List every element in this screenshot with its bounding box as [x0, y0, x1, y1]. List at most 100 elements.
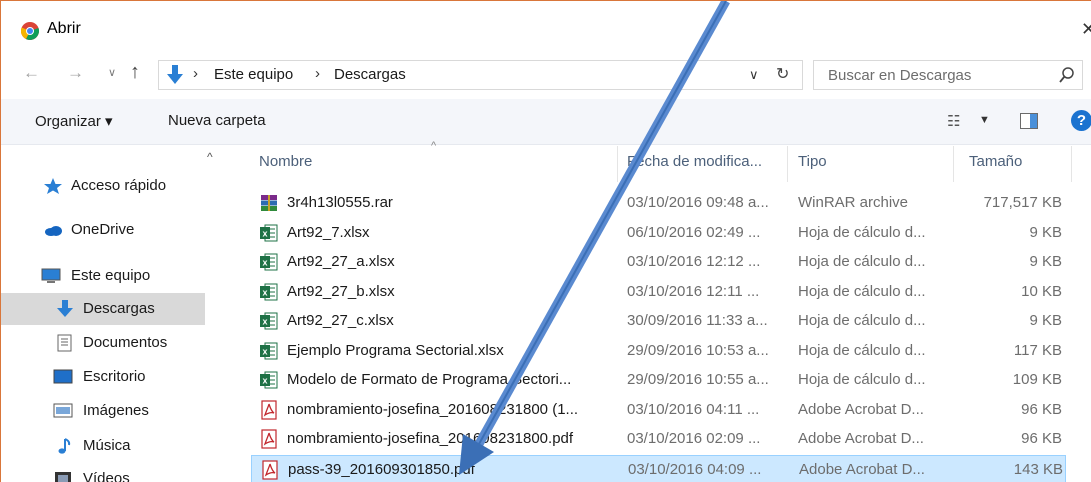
chevron-down-icon[interactable]: ▼	[979, 114, 990, 126]
file-row[interactable]: x Art92_7.xlsx 06/10/2016 02:49 ... Hoja de…	[251, 219, 1066, 248]
file-size: 10 KB	[1021, 282, 1062, 300]
file-type: Adobe Acrobat D...	[798, 430, 924, 447]
file-row[interactable]: x Art92_27_b.xlsx 03/10/2016 12:11 ... Hoja…	[251, 278, 1066, 307]
up-arrow-icon[interactable]: ↑	[130, 61, 140, 84]
file-size: 96 KB	[1021, 400, 1062, 418]
file-size: 109 KB	[1012, 371, 1062, 388]
title-bar: Abrir ✕	[1, 1, 1091, 53]
file-date: 06/10/2016 02:49 ...	[627, 223, 761, 241]
file-date: 03/10/2016 04:11 ...	[627, 400, 760, 418]
nav-item-this-pc[interactable]: Este equipo	[1, 260, 205, 292]
file-type: Adobe Acrobat D...	[799, 460, 925, 478]
file-type: Adobe Acrobat D...	[798, 400, 924, 418]
file-row[interactable]: x Modelo de Formato de Programa Sectori..…	[251, 366, 1066, 395]
command-bar: Organizar ▾ Nueva carpeta ☷ ▼ ?	[1, 99, 1091, 145]
address-dropdown-icon[interactable]: ∨	[749, 67, 759, 83]
column-divider[interactable]	[617, 146, 618, 182]
column-header-row: ^ Nombre Fecha de modifica... Tipo Tamañ…	[243, 140, 1083, 182]
excel-icon: x	[259, 282, 279, 302]
help-icon[interactable]: ?	[1071, 110, 1091, 131]
computer-icon	[41, 268, 61, 283]
forward-arrow-icon[interactable]: →	[67, 63, 84, 83]
file-date: 03/10/2016 04:09 ...	[628, 460, 762, 478]
open-file-dialog: Abrir ✕ ← → ∨ ↑ › Este equipo › Descarga…	[0, 0, 1091, 482]
navigation-pane: ^ Acceso rápido OneDrive Este equipo Des…	[1, 146, 233, 482]
nav-item-music[interactable]: Música	[1, 430, 205, 462]
nav-item-quick-access[interactable]: Acceso rápido	[1, 170, 205, 202]
excel-icon: x	[259, 341, 279, 361]
file-row[interactable]: nombramiento-josefina_201608231800 (1...…	[251, 396, 1066, 425]
file-name: Art92_27_c.xlsx	[287, 312, 394, 329]
file-row[interactable]: x Ejemplo Programa Sectorial.xlsx 29/09/20…	[251, 337, 1066, 366]
file-row[interactable]: x Art92_27_c.xlsx 30/09/2016 11:33 a... Hoj…	[251, 307, 1066, 336]
nav-item-documents[interactable]: Documentos	[1, 327, 205, 359]
file-row[interactable]: pass-39_201609301850.pdf 03/10/2016 04:09…	[251, 454, 1066, 482]
pdf-icon	[259, 429, 279, 449]
svg-text:x: x	[262, 317, 267, 327]
file-type: Hoja de cálculo d...	[798, 282, 926, 300]
pdf-icon	[259, 399, 279, 420]
file-date: 29/09/2016 10:53 a...	[627, 341, 769, 359]
breadcrumb-separator: ›	[193, 65, 198, 82]
new-folder-button[interactable]: Nueva carpeta	[168, 112, 266, 129]
column-header-type[interactable]: Tipo	[798, 153, 827, 170]
column-header-name[interactable]: Nombre	[259, 153, 312, 170]
scroll-up-icon[interactable]: ^	[207, 150, 213, 164]
view-options-icon[interactable]: ☷	[947, 112, 960, 130]
breadcrumb-descargas[interactable]: Descargas	[334, 66, 406, 83]
document-icon	[57, 334, 72, 352]
nav-item-desktop[interactable]: Escritorio	[1, 361, 205, 393]
nav-item-downloads[interactable]: Descargas	[1, 293, 205, 325]
excel-icon: x	[259, 223, 279, 243]
file-row[interactable]: x Art92_27_a.xlsx 03/10/2016 12:12 ... Hoja…	[251, 248, 1066, 277]
file-name: nombramiento-josefina_201608231800 (1...	[287, 400, 579, 418]
organize-button[interactable]: Organizar ▾	[35, 112, 113, 130]
excel-icon: x	[259, 370, 279, 390]
file-type: Hoja de cálculo d...	[798, 371, 926, 388]
file-size: 9 KB	[1029, 312, 1062, 329]
svg-text:x: x	[262, 376, 267, 386]
back-arrow-icon[interactable]: ←	[23, 63, 40, 83]
breadcrumb-este-equipo[interactable]: Este equipo	[214, 66, 293, 83]
video-icon	[55, 472, 71, 482]
star-icon	[44, 178, 62, 194]
download-icon	[57, 300, 73, 317]
file-name: Art92_7.xlsx	[287, 223, 370, 241]
file-name: Art92_27_a.xlsx	[287, 253, 395, 270]
file-size: 143 KB	[1013, 460, 1063, 478]
search-icon	[1059, 67, 1074, 83]
nav-item-pictures[interactable]: Imágenes	[1, 395, 205, 427]
file-type: WinRAR archive	[798, 194, 909, 211]
search-placeholder: Buscar en Descargas	[828, 67, 972, 84]
file-size: 117 KB	[1013, 341, 1062, 359]
file-name: Art92_27_b.xlsx	[287, 282, 395, 300]
column-divider[interactable]	[787, 146, 788, 182]
file-type: Hoja de cálculo d...	[798, 341, 926, 359]
file-name: Modelo de Formato de Programa Sectori...	[287, 371, 572, 388]
pdf-icon	[260, 459, 280, 480]
excel-icon: x	[259, 252, 279, 272]
file-type: Hoja de cálculo d...	[798, 312, 926, 329]
address-bar[interactable]: › Este equipo › Descargas ∨ ↻	[158, 60, 803, 90]
nav-item-onedrive[interactable]: OneDrive	[1, 214, 205, 246]
address-row: ← → ∨ ↑ › Este equipo › Descargas ∨ ↻ Bu…	[1, 57, 1091, 91]
column-divider[interactable]	[1071, 146, 1072, 182]
file-size: 717,517 KB	[983, 194, 1062, 211]
search-input[interactable]: Buscar en Descargas	[813, 60, 1083, 90]
file-date: 03/10/2016 02:09 ...	[627, 430, 761, 447]
file-row[interactable]: nombramiento-josefina_201608231800.pdf 03…	[251, 425, 1066, 454]
nav-item-videos[interactable]: Vídeos	[1, 463, 205, 482]
cloud-icon	[45, 226, 62, 236]
column-header-date[interactable]: Fecha de modifica...	[627, 153, 762, 170]
file-name: 3r4h13l0555.rar	[287, 194, 393, 211]
close-button[interactable]: ✕	[1081, 19, 1091, 40]
recent-locations-chevron-icon[interactable]: ∨	[108, 66, 116, 79]
column-header-size[interactable]: Tamaño	[969, 153, 1022, 170]
preview-pane-icon[interactable]	[1020, 113, 1038, 129]
file-list: ^ Nombre Fecha de modifica... Tipo Tamañ…	[243, 140, 1083, 482]
file-date: 03/10/2016 12:11 ...	[627, 282, 760, 300]
file-size: 9 KB	[1029, 223, 1062, 241]
column-divider[interactable]	[953, 146, 954, 182]
file-row[interactable]: 3r4h13l0555.rar 03/10/2016 09:48 a... WinR…	[251, 189, 1066, 218]
refresh-icon[interactable]: ↻	[776, 64, 789, 84]
